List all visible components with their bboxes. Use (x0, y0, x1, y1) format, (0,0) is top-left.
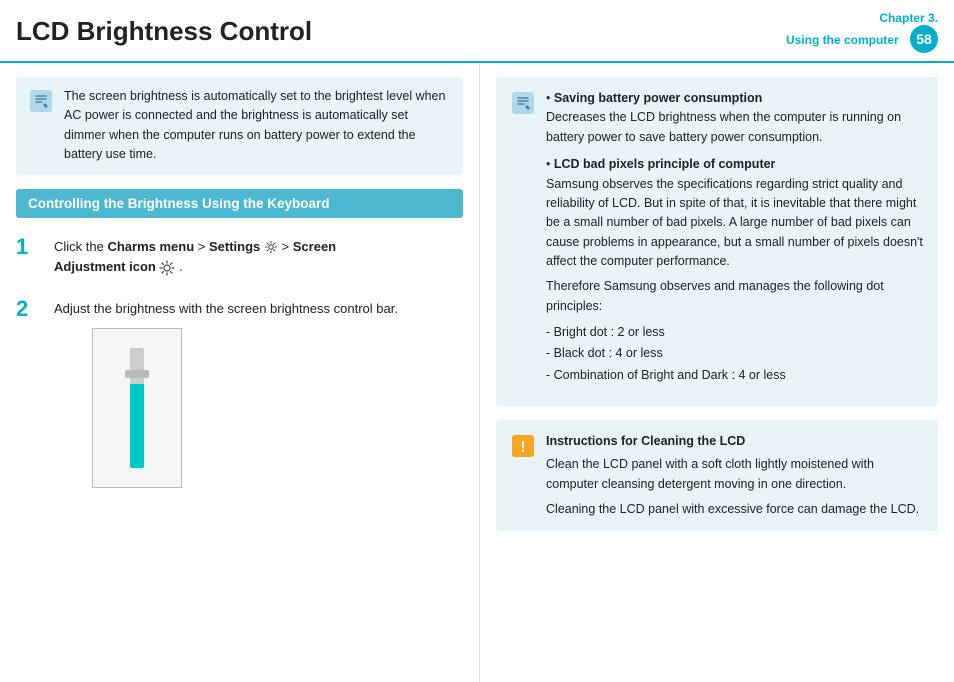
note-box: The screen brightness is automatically s… (16, 77, 463, 175)
bullet-item-1: • Saving battery power consumption Decre… (546, 89, 924, 147)
warning-icon: ! (510, 433, 536, 459)
bullet-2-text: Samsung observes the specifications rega… (546, 177, 923, 269)
brightness-handle (125, 370, 149, 378)
brightness-bar (130, 348, 144, 468)
page-number: 58 (910, 25, 938, 53)
bullet-2-para2: Therefore Samsung observes and manages t… (546, 279, 884, 312)
step-1-text: Click the Charms menu > Settings > Scree… (54, 234, 336, 279)
brightness-slider-image (92, 328, 182, 488)
main-content: The screen brightness is automatically s… (0, 63, 954, 682)
bullet-1-title: Saving battery power consumption (554, 91, 762, 105)
dash-item-3: - Combination of Bright and Dark : 4 or … (546, 365, 924, 386)
warning-text-1: Clean the LCD panel with a soft cloth li… (546, 455, 924, 494)
bullet-2-title: LCD bad pixels principle of computer (554, 157, 776, 171)
info-note-icon (510, 90, 536, 116)
right-column: • Saving battery power consumption Decre… (480, 63, 954, 682)
sun-brightness-icon (159, 260, 175, 276)
step-2-number: 2 (16, 296, 46, 322)
warning-box-inner: ! Instructions for Cleaning the LCD Clea… (510, 432, 924, 520)
bullet-1-text: Decreases the LCD brightness when the co… (546, 110, 901, 143)
page-title: LCD Brightness Control (16, 16, 312, 47)
note-text: The screen brightness is automatically s… (64, 87, 451, 165)
page-header: LCD Brightness Control Chapter 3. Using … (0, 0, 954, 63)
warning-box: ! Instructions for Cleaning the LCD Clea… (496, 420, 938, 532)
note-icon (28, 88, 54, 114)
step-1: 1 Click the Charms menu > Settings > Scr… (16, 234, 463, 279)
gear-icon (264, 240, 278, 254)
dash-item-1: - Bright dot : 2 or less (546, 322, 924, 343)
step-2: 2 Adjust the brightness with the screen … (16, 296, 463, 488)
info-box-inner: • Saving battery power consumption Decre… (510, 89, 924, 394)
bullet-item-2: • LCD bad pixels principle of computer S… (546, 155, 924, 386)
warning-title: Instructions for Cleaning the LCD (546, 432, 924, 451)
section-header: Controlling the Brightness Using the Key… (16, 189, 463, 218)
info-box: • Saving battery power consumption Decre… (496, 77, 938, 406)
step-2-text: Adjust the brightness with the screen br… (54, 296, 398, 488)
svg-text:!: ! (520, 439, 525, 456)
dash-item-2: - Black dot : 4 or less (546, 343, 924, 364)
warning-text-2: Cleaning the LCD panel with excessive fo… (546, 500, 924, 519)
sun-icon (159, 257, 175, 278)
info-content: • Saving battery power consumption Decre… (546, 89, 924, 394)
step-1-number: 1 (16, 234, 46, 260)
left-column: The screen brightness is automatically s… (0, 63, 480, 682)
warning-content: Instructions for Cleaning the LCD Clean … (546, 432, 924, 520)
chapter-info: Chapter 3. Using the computer 58 (786, 10, 938, 53)
dash-list: - Bright dot : 2 or less - Black dot : 4… (546, 322, 924, 386)
